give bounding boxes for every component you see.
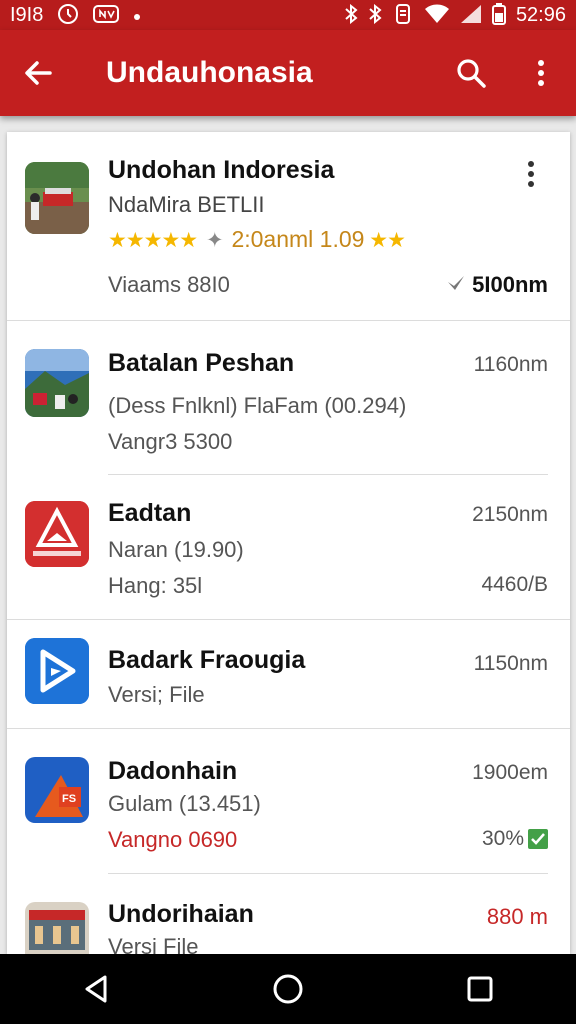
clock-circle-icon xyxy=(57,3,79,28)
list-item[interactable]: FS Dadonhain Gulam (13.451) Vangno 0690 … xyxy=(7,729,570,873)
vibrate-icon xyxy=(392,3,414,28)
app-icon-photo xyxy=(25,162,89,234)
featured-size: 5I00nm xyxy=(472,272,548,297)
item-size: 2150nm xyxy=(472,503,548,526)
item-size: 1900em xyxy=(472,761,548,784)
search-icon xyxy=(457,59,486,88)
featured-subtitle: NdaMira BETLII xyxy=(108,192,265,217)
featured-meta: Viaams 88I0 xyxy=(108,272,230,297)
back-button[interactable] xyxy=(0,30,76,116)
app-icon-play xyxy=(25,638,89,704)
status-time-right: 52:96 xyxy=(515,3,566,26)
arrow-left-icon xyxy=(25,61,52,85)
toolbar-title: Undauhonasia xyxy=(106,56,313,89)
item-meta: Hang: 35l xyxy=(108,573,203,598)
featured-title: Undohan Indoresia xyxy=(108,156,335,184)
item-title: Undorihaian xyxy=(108,900,254,928)
dot-icon xyxy=(133,6,141,24)
item-subtitle: (Dess Fnlknl) FlaFam (00.294) xyxy=(108,393,407,418)
nfc-icon xyxy=(93,4,120,26)
wifi-icon xyxy=(424,4,450,27)
item-size: 1160nm xyxy=(473,353,548,376)
battery-icon xyxy=(491,2,506,28)
nav-back-icon xyxy=(85,975,107,1003)
list-item-featured[interactable]: Undohan Indoresia NdaMira BETLII ★★★★★ ✦… xyxy=(7,132,570,320)
app-toolbar: Undauhonasia xyxy=(0,30,576,116)
app-icon-photo xyxy=(25,902,89,954)
sparkle-icon: ✦ xyxy=(205,229,224,252)
item-size: 880 m xyxy=(486,904,548,929)
more-vert-icon xyxy=(528,161,534,187)
svg-text:FS: FS xyxy=(62,793,76,805)
item-subtitle: Versi File xyxy=(108,934,199,954)
item-meta: Vangno 0690 xyxy=(108,827,238,852)
bluetooth-alt-icon xyxy=(368,3,382,27)
star-icon: ★★ xyxy=(369,229,406,252)
item-title: Dadonhain xyxy=(108,757,238,785)
check-mark-icon xyxy=(446,274,466,297)
featured-rating: ★★★★★ ✦ 2:0anml 1.09 ★★ xyxy=(108,226,406,253)
app-list-card: Undohan Indoresia NdaMira BETLII ★★★★★ ✦… xyxy=(7,132,570,954)
star-icon: ★★★★★ xyxy=(108,229,198,252)
system-nav-bar xyxy=(0,954,576,1024)
item-title: Badark Fraougia xyxy=(108,646,306,674)
app-icon-landscape xyxy=(25,349,89,417)
nav-home-icon xyxy=(273,974,303,1004)
featured-rating-text: 2:0anml 1.09 xyxy=(231,226,365,252)
app-icon-orange: FS xyxy=(25,757,89,823)
status-bar: I9I8 52:96 xyxy=(0,0,576,30)
item-progress-text: 30% xyxy=(481,827,524,850)
app-icon-red-a xyxy=(25,501,89,567)
item-subtitle: Versi; File xyxy=(108,682,205,707)
item-progress: 30% xyxy=(482,827,548,851)
search-button[interactable] xyxy=(436,30,506,116)
list-item[interactable]: Eadtan Naran (19.90) Hang: 35l 2150nm 44… xyxy=(7,475,570,619)
item-title: Eadtan xyxy=(108,499,192,527)
nav-back-button[interactable] xyxy=(56,954,136,1024)
check-box-icon xyxy=(528,829,548,849)
featured-menu-button[interactable] xyxy=(526,160,550,190)
item-meta: Vangr3 5300 xyxy=(108,429,233,454)
nav-recents-button[interactable] xyxy=(440,954,520,1024)
signal-icon xyxy=(460,4,482,27)
list-item[interactable]: Badark Fraougia Versi; File 1150nm xyxy=(7,620,570,728)
list-item[interactable]: Batalan Peshan (Dess Fnlknl) FlaFam (00.… xyxy=(7,321,570,473)
item-subtitle: Gulam (13.451) xyxy=(108,791,261,816)
item-extra: 4460/B xyxy=(481,573,548,596)
nav-home-button[interactable] xyxy=(248,954,328,1024)
item-size: 1150nm xyxy=(473,652,548,675)
overflow-menu-button[interactable] xyxy=(506,30,576,116)
status-time-left: I9I8 xyxy=(10,3,44,26)
list-item[interactable]: Undorihaian Versi File 880 m xyxy=(7,874,570,954)
more-vert-icon xyxy=(538,60,544,86)
item-title: Batalan Peshan xyxy=(108,349,295,377)
nav-recents-icon xyxy=(467,976,493,1002)
bluetooth-icon xyxy=(344,3,358,27)
item-subtitle: Naran (19.90) xyxy=(108,537,244,562)
